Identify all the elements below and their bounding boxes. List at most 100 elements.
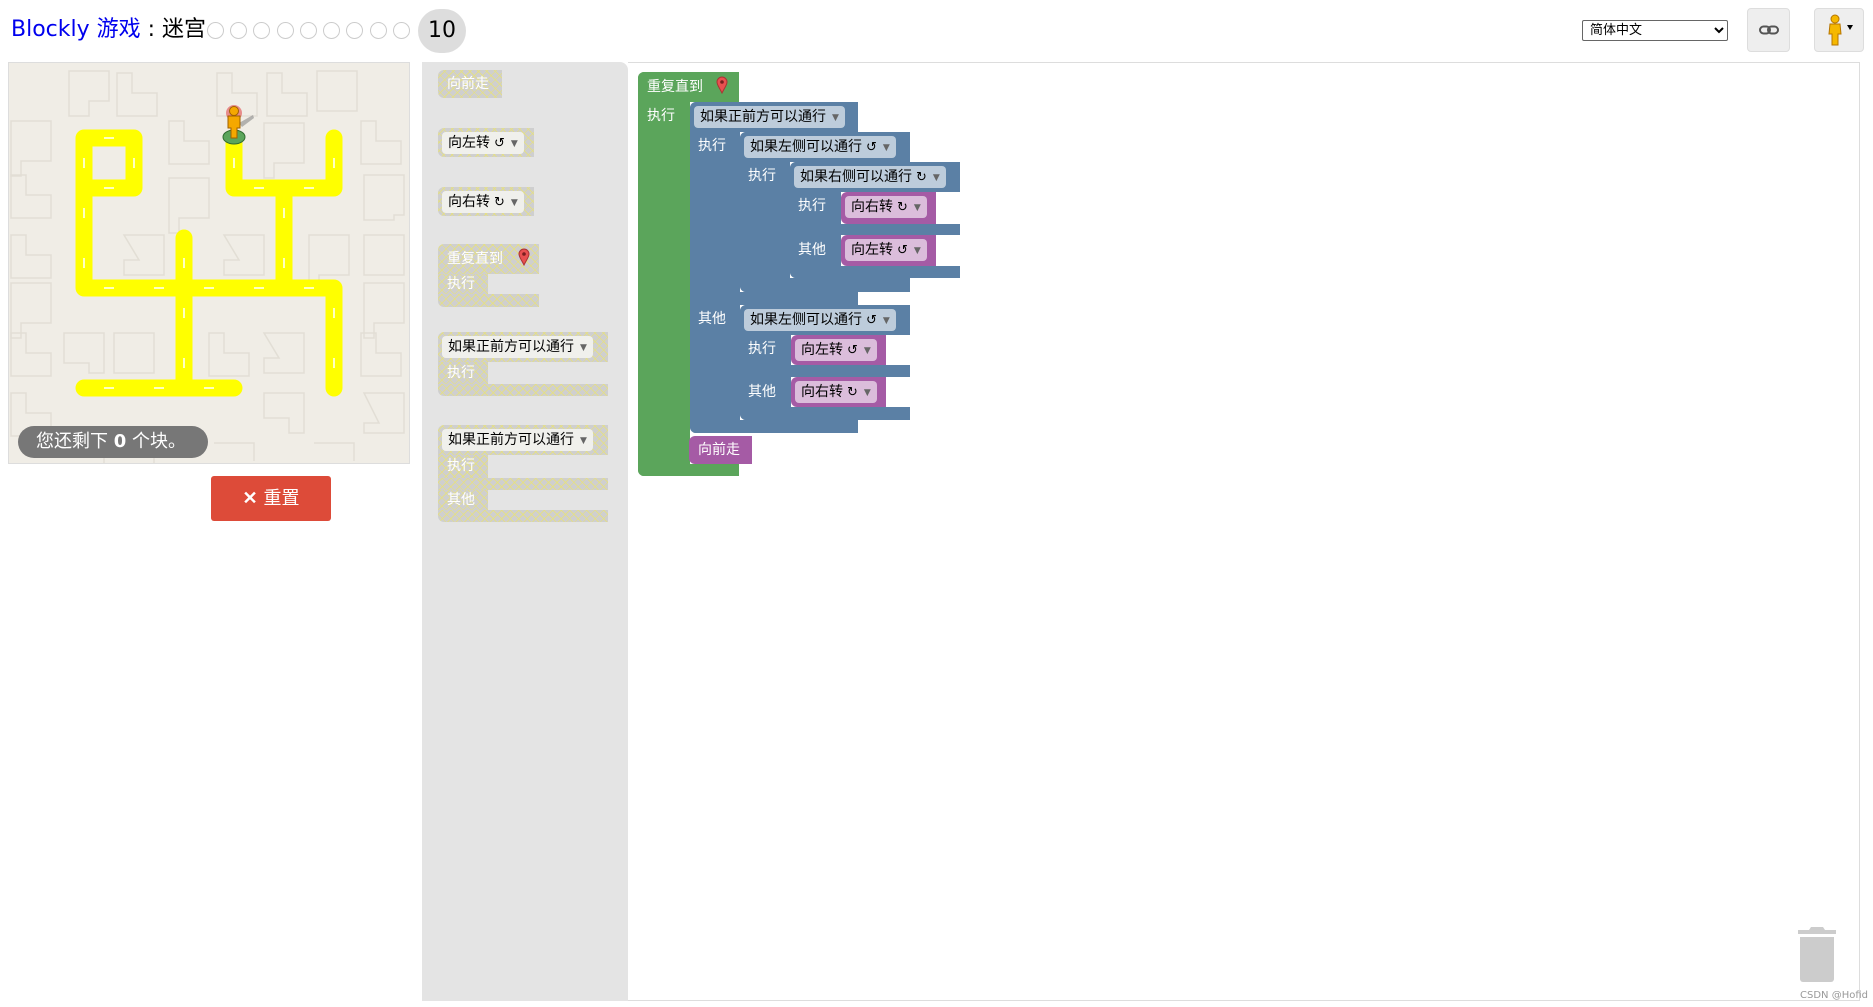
turn-left-block[interactable]: 向左转 ↺ ▼ [841,235,936,266]
field-label: 向右转 [801,384,843,400]
reset-button[interactable]: ✕ 重置 [211,476,331,521]
rotate-right-icon: ↻ [847,385,858,400]
rotate-left-icon: ↺ [494,136,505,151]
dropdown-arrow-icon: ▼ [832,113,839,123]
background-tiles [10,70,405,463]
reset-label: 重置 [263,488,300,508]
do-label: 执行 [447,365,475,381]
condition-dropdown[interactable]: 如果正前方可以通行 ▼ [442,429,593,451]
field-label: 向左转 [448,135,490,151]
turn-right-block[interactable]: 向右转 ↻ ▼ [791,377,886,407]
field-label: 如果正前方可以通行 [448,432,574,448]
dropdown-arrow-icon: ▼ [913,203,921,213]
block-label: 重复直到 [647,79,703,95]
level-5-link[interactable] [300,22,317,39]
condition-dropdown[interactable]: 如果右侧可以通行 ↻ ▼ [794,166,946,188]
dropdown-arrow-icon: ▼ [510,198,518,208]
dropdown-arrow-icon: ▼ [882,316,890,326]
direction-dropdown[interactable]: 向左转 ↺ ▼ [795,339,877,361]
dropdown-arrow-icon: ▼ [932,173,940,183]
language-select[interactable]: 简体中文 [1582,20,1728,41]
close-icon: ✕ [242,488,258,508]
rotate-left-icon: ↺ [847,343,858,358]
watermark: CSDN @Hofid [1800,990,1868,1001]
pegman-player [222,105,254,145]
field-label: 如果正前方可以通行 [448,339,574,355]
toolbox-turn-right-block[interactable]: 向右转 ↻ ▼ [438,187,534,216]
rotate-right-icon: ↻ [897,200,908,215]
brand-link[interactable]: Blockly 游戏 [11,17,141,42]
toolbox-repeat-until-block[interactable]: 重复直到 执行 [438,244,539,307]
field-label: 如果右侧可以通行 [800,169,912,185]
dropdown-arrow-icon: ▼ [580,343,587,353]
level-7-link[interactable] [346,22,363,39]
toolbox-if-else-block[interactable]: 如果正前方可以通行 ▼ 执行 其他 [438,425,608,522]
condition-dropdown[interactable]: 如果正前方可以通行 ▼ [694,106,845,128]
rotate-left-icon: ↺ [866,140,877,155]
toolbox-if-block[interactable]: 如果正前方可以通行 ▼ 执行 [438,332,608,396]
dropdown-arrow-icon: ▼ [580,436,587,446]
toolbox-forward-block[interactable]: 向前走 [438,70,502,98]
link-icon [1758,25,1779,35]
field-label: 如果左侧可以通行 [750,312,862,328]
direction-dropdown[interactable]: 向右转 ↻ ▼ [795,381,877,403]
block-label: 向前走 [447,76,489,92]
dropdown-arrow-icon: ▼ [913,246,921,256]
block-label: 重复直到 [447,251,503,267]
direction-dropdown[interactable]: 向左转 ↺ ▼ [845,239,927,261]
level-8-link[interactable] [370,22,387,39]
else-label: 其他 [698,311,726,327]
remaining-count: 0 [113,431,127,452]
do-label: 执行 [447,276,475,292]
field-label: 向左转 [801,342,843,358]
dropdown-arrow-icon: ▼ [863,388,871,398]
title-separator: : [140,17,163,42]
level-1-link[interactable] [207,22,224,39]
rotate-right-icon: ↻ [494,195,505,210]
toolbox-turn-left-block[interactable]: 向左转 ↺ ▼ [438,128,534,157]
goal-marker-icon [518,248,530,266]
level-9-link[interactable] [393,22,410,39]
level-2-link[interactable] [230,22,247,39]
condition-dropdown[interactable]: 如果左侧可以通行 ↺ ▼ [744,136,896,158]
avatar-button[interactable] [1814,8,1864,52]
field-label: 向左转 [851,242,893,258]
remaining-blocks-badge: 您还剩下 0 个块。 [18,426,208,458]
trash-can-icon[interactable] [1796,925,1838,983]
field-label: 向右转 [851,199,893,215]
do-label: 执行 [748,341,776,357]
move-forward-block[interactable]: 向前走 [689,436,752,464]
field-label: 如果正前方可以通行 [700,109,826,125]
turn-right-block[interactable]: 向右转 ↻ ▼ [841,192,936,224]
goal-marker-icon [716,76,728,94]
page-title: Blockly 游戏 : 迷宫 [11,14,206,46]
maze-map [10,70,405,463]
else-label: 其他 [798,242,826,258]
direction-dropdown[interactable]: 向右转 ↻ ▼ [442,191,524,213]
link-button[interactable] [1747,8,1790,52]
field-label: 如果左侧可以通行 [750,139,862,155]
else-label: 其他 [447,492,475,508]
direction-dropdown[interactable]: 向左转 ↺ ▼ [442,132,524,154]
rotate-left-icon: ↺ [866,313,877,328]
do-label: 执行 [698,138,726,154]
dropdown-arrow-icon: ▼ [863,346,871,356]
rotate-left-icon: ↺ [897,243,908,258]
level-3-link[interactable] [253,22,270,39]
condition-dropdown[interactable]: 如果正前方可以通行 ▼ [442,336,593,358]
direction-dropdown[interactable]: 向右转 ↻ ▼ [845,196,927,218]
level-6-link[interactable] [323,22,340,39]
remaining-suffix: 个块。 [126,431,186,452]
current-level: 10 [418,9,466,53]
maze-canvas [8,62,410,464]
dropdown-arrow-icon: ▼ [882,143,890,153]
field-label: 向右转 [448,194,490,210]
dropdown-arrow-icon: ▼ [510,139,518,149]
remaining-prefix: 您还剩下 [36,431,114,452]
turn-left-block[interactable]: 向左转 ↺ ▼ [791,335,886,365]
game-name: 迷宫 [162,17,207,42]
level-4-link[interactable] [277,22,294,39]
condition-dropdown[interactable]: 如果左侧可以通行 ↺ ▼ [744,309,896,331]
do-label: 执行 [798,198,826,214]
do-label: 执行 [647,108,675,124]
